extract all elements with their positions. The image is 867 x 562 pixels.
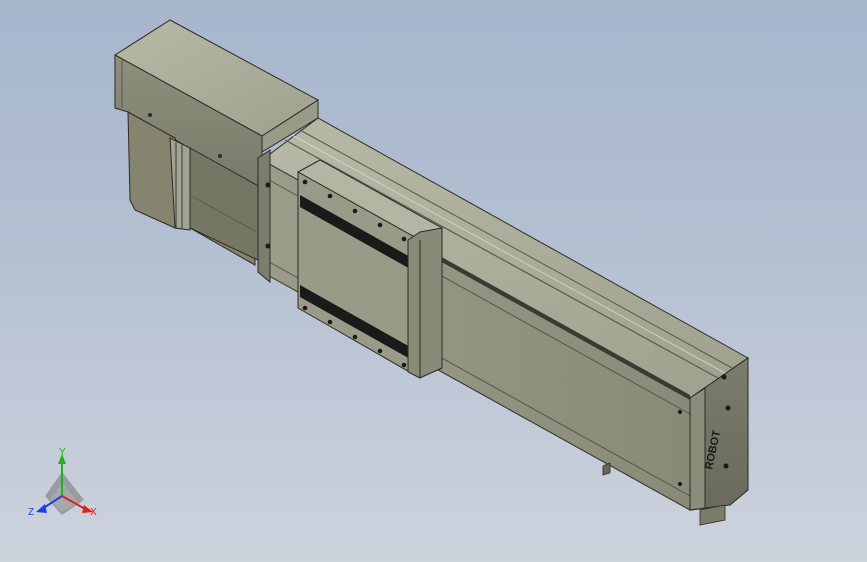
orientation-triad[interactable]: Y X Z — [28, 447, 97, 518]
cad-viewport[interactable]: ROBOT Y X Z — [0, 0, 867, 562]
x-axis-label: X — [90, 507, 97, 518]
left-end-plate — [257, 149, 271, 284]
y-axis-label: Y — [59, 447, 66, 458]
z-axis-label: Z — [28, 507, 34, 518]
linear-actuator-model[interactable]: ROBOT Y X Z — [0, 0, 867, 562]
